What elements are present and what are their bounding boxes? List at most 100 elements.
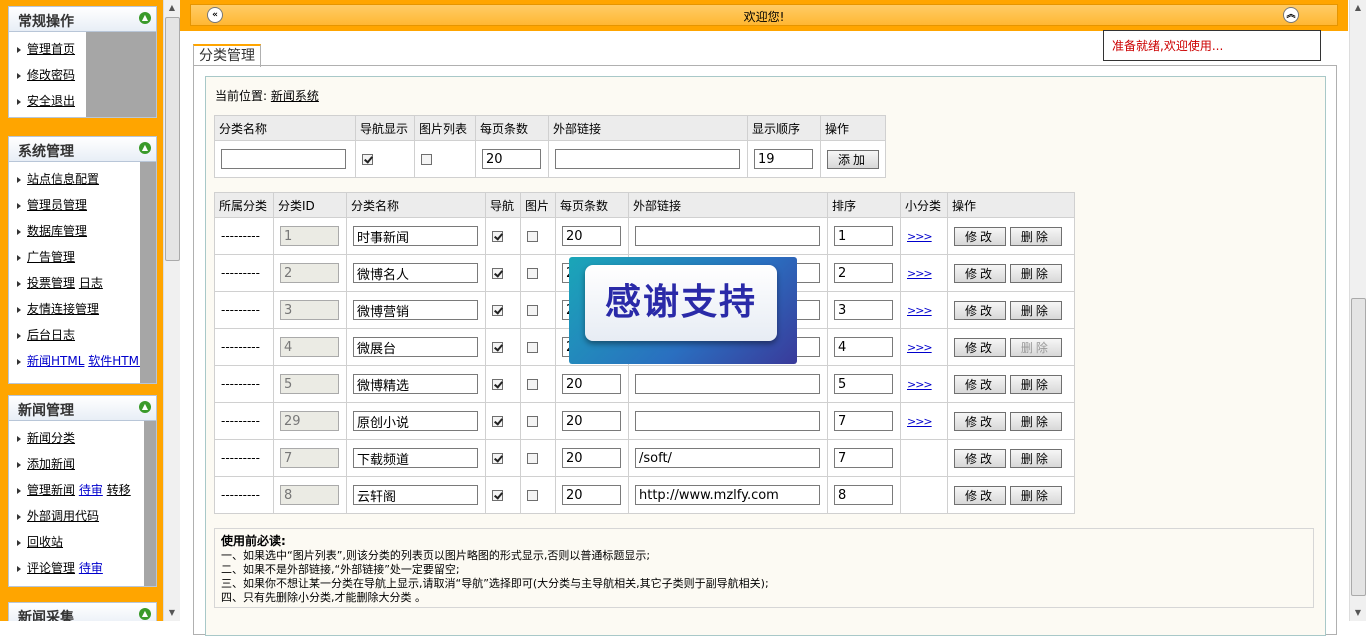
panel-header[interactable]: 系统管理 ▲ — [8, 136, 157, 162]
nav-checkbox[interactable] — [492, 416, 503, 427]
panel-header[interactable]: 常规操作 ▲ — [8, 6, 157, 32]
edit-button[interactable]: 修改 — [954, 448, 1007, 468]
sub-category-link[interactable]: >>> — [907, 304, 933, 317]
external-link-field[interactable] — [635, 226, 820, 246]
sub-category-link[interactable]: >>> — [907, 415, 933, 428]
menu-item-vote[interactable]: 投票管理 日志 — [17, 270, 156, 296]
menu-item-site-config[interactable]: 站点信息配置 — [17, 166, 156, 192]
menu-item-transfer[interactable]: 转移 — [107, 483, 131, 497]
collapse-up-icon[interactable]: ︽ — [1283, 7, 1299, 23]
pic-checkbox[interactable] — [527, 416, 538, 427]
per-page-field[interactable] — [562, 374, 621, 394]
menu-item-admin-manage[interactable]: 管理员管理 — [17, 192, 156, 218]
sub-category-link[interactable]: >>> — [907, 378, 933, 391]
delete-button[interactable]: 删除 — [1009, 374, 1062, 394]
external-link-field[interactable] — [635, 448, 820, 468]
order-field[interactable] — [834, 226, 893, 246]
edit-button[interactable]: 修改 — [954, 411, 1007, 431]
pic-checkbox[interactable] — [527, 453, 538, 464]
menu-item-ads[interactable]: 广告管理 — [17, 244, 156, 270]
panel-header[interactable]: 新闻采集 ▲ — [8, 602, 157, 621]
edit-button[interactable]: 修改 — [954, 300, 1007, 320]
delete-button[interactable]: 删除 — [1009, 448, 1062, 468]
delete-button[interactable]: 删除 — [1009, 263, 1062, 283]
breadcrumb-link[interactable]: 新闻系统 — [271, 89, 319, 103]
menu-item-links[interactable]: 友情连接管理 — [17, 296, 156, 322]
sub-category-link[interactable]: >>> — [907, 267, 933, 280]
add-button[interactable]: 添加 — [827, 149, 879, 169]
order-field[interactable] — [834, 374, 893, 394]
menu-item-vote-log[interactable]: 日志 — [79, 276, 103, 290]
menu-item-comments-pending[interactable]: 待审 — [79, 561, 103, 575]
category-name-field[interactable] — [353, 411, 478, 431]
nav-checkbox[interactable] — [492, 379, 503, 390]
pic-checkbox[interactable] — [527, 305, 538, 316]
category-name-field[interactable] — [353, 337, 478, 357]
collapse-icon[interactable]: ▲ — [139, 401, 151, 413]
per-page-field[interactable] — [562, 411, 621, 431]
pic-checkbox[interactable] — [527, 268, 538, 279]
display-order-input[interactable] — [754, 149, 813, 169]
menu-item-comments[interactable]: 评论管理 待审 — [17, 555, 156, 581]
nav-checkbox[interactable] — [492, 453, 503, 464]
menu-item-pending[interactable]: 待审 — [79, 483, 103, 497]
scroll-down-icon[interactable]: ▼ — [164, 605, 180, 621]
scroll-up-icon[interactable]: ▲ — [164, 0, 180, 16]
scroll-up-icon[interactable]: ▲ — [1350, 0, 1366, 16]
scroll-down-icon[interactable]: ▼ — [1350, 605, 1366, 621]
menu-item-backend-log[interactable]: 后台日志 — [17, 322, 156, 348]
order-field[interactable] — [834, 300, 893, 320]
menu-item-database[interactable]: 数据库管理 — [17, 218, 156, 244]
sub-category-link[interactable]: >>> — [907, 341, 933, 354]
menu-item-add-news[interactable]: 添加新闻 — [17, 451, 156, 477]
pic-list-checkbox[interactable] — [421, 154, 432, 165]
collapse-icon[interactable]: ▲ — [139, 142, 151, 154]
external-link-field[interactable] — [635, 485, 820, 505]
order-field[interactable] — [834, 263, 893, 283]
panel-header[interactable]: 新闻管理 ▲ — [8, 395, 157, 421]
external-link-input[interactable] — [555, 149, 740, 169]
delete-button[interactable]: 删除 — [1009, 411, 1062, 431]
delete-button[interactable]: 删除 — [1009, 485, 1062, 505]
category-name-field[interactable] — [353, 448, 478, 468]
page-scrollbar[interactable]: ▲ ▼ — [1349, 0, 1366, 621]
per-page-input[interactable] — [482, 149, 541, 169]
menu-item-recycle[interactable]: 回收站 — [17, 529, 156, 555]
menu-item-news-category[interactable]: 新闻分类 — [17, 425, 156, 451]
edit-button[interactable]: 修改 — [954, 226, 1007, 246]
tab-category-manage[interactable]: 分类管理 — [193, 44, 261, 67]
pic-checkbox[interactable] — [527, 490, 538, 501]
delete-button[interactable]: 删除 — [1009, 226, 1062, 246]
delete-button[interactable]: 删除 — [1009, 300, 1062, 320]
menu-item-html[interactable]: 新闻HTML 软件HTML — [17, 348, 156, 374]
scroll-thumb[interactable] — [1351, 298, 1366, 596]
nav-checkbox[interactable] — [492, 305, 503, 316]
collapse-icon[interactable]: ▲ — [139, 608, 151, 620]
nav-checkbox[interactable] — [492, 342, 503, 353]
category-name-field[interactable] — [353, 226, 478, 246]
order-field[interactable] — [834, 485, 893, 505]
edit-button[interactable]: 修改 — [954, 263, 1007, 283]
pic-checkbox[interactable] — [527, 231, 538, 242]
category-name-field[interactable] — [353, 485, 478, 505]
external-link-field[interactable] — [635, 411, 820, 431]
edit-button[interactable]: 修改 — [954, 485, 1007, 505]
collapse-icon[interactable]: ▲ — [139, 12, 151, 24]
menu-item-soft-html[interactable]: 软件HTML — [88, 354, 145, 368]
per-page-field[interactable] — [562, 226, 621, 246]
per-page-field[interactable] — [562, 448, 621, 468]
per-page-field[interactable] — [562, 485, 621, 505]
external-link-field[interactable] — [635, 374, 820, 394]
category-name-field[interactable] — [353, 300, 478, 320]
pic-checkbox[interactable] — [527, 342, 538, 353]
edit-button[interactable]: 修改 — [954, 337, 1007, 357]
menu-item-external-code[interactable]: 外部调用代码 — [17, 503, 156, 529]
nav-checkbox[interactable] — [492, 231, 503, 242]
category-name-field[interactable] — [353, 374, 478, 394]
edit-button[interactable]: 修改 — [954, 374, 1007, 394]
sidebar-scrollbar[interactable]: ▲ ▼ — [163, 0, 180, 621]
category-name-input[interactable] — [221, 149, 346, 169]
nav-checkbox[interactable] — [492, 268, 503, 279]
scroll-thumb[interactable] — [165, 17, 180, 261]
sub-category-link[interactable]: >>> — [907, 230, 933, 243]
